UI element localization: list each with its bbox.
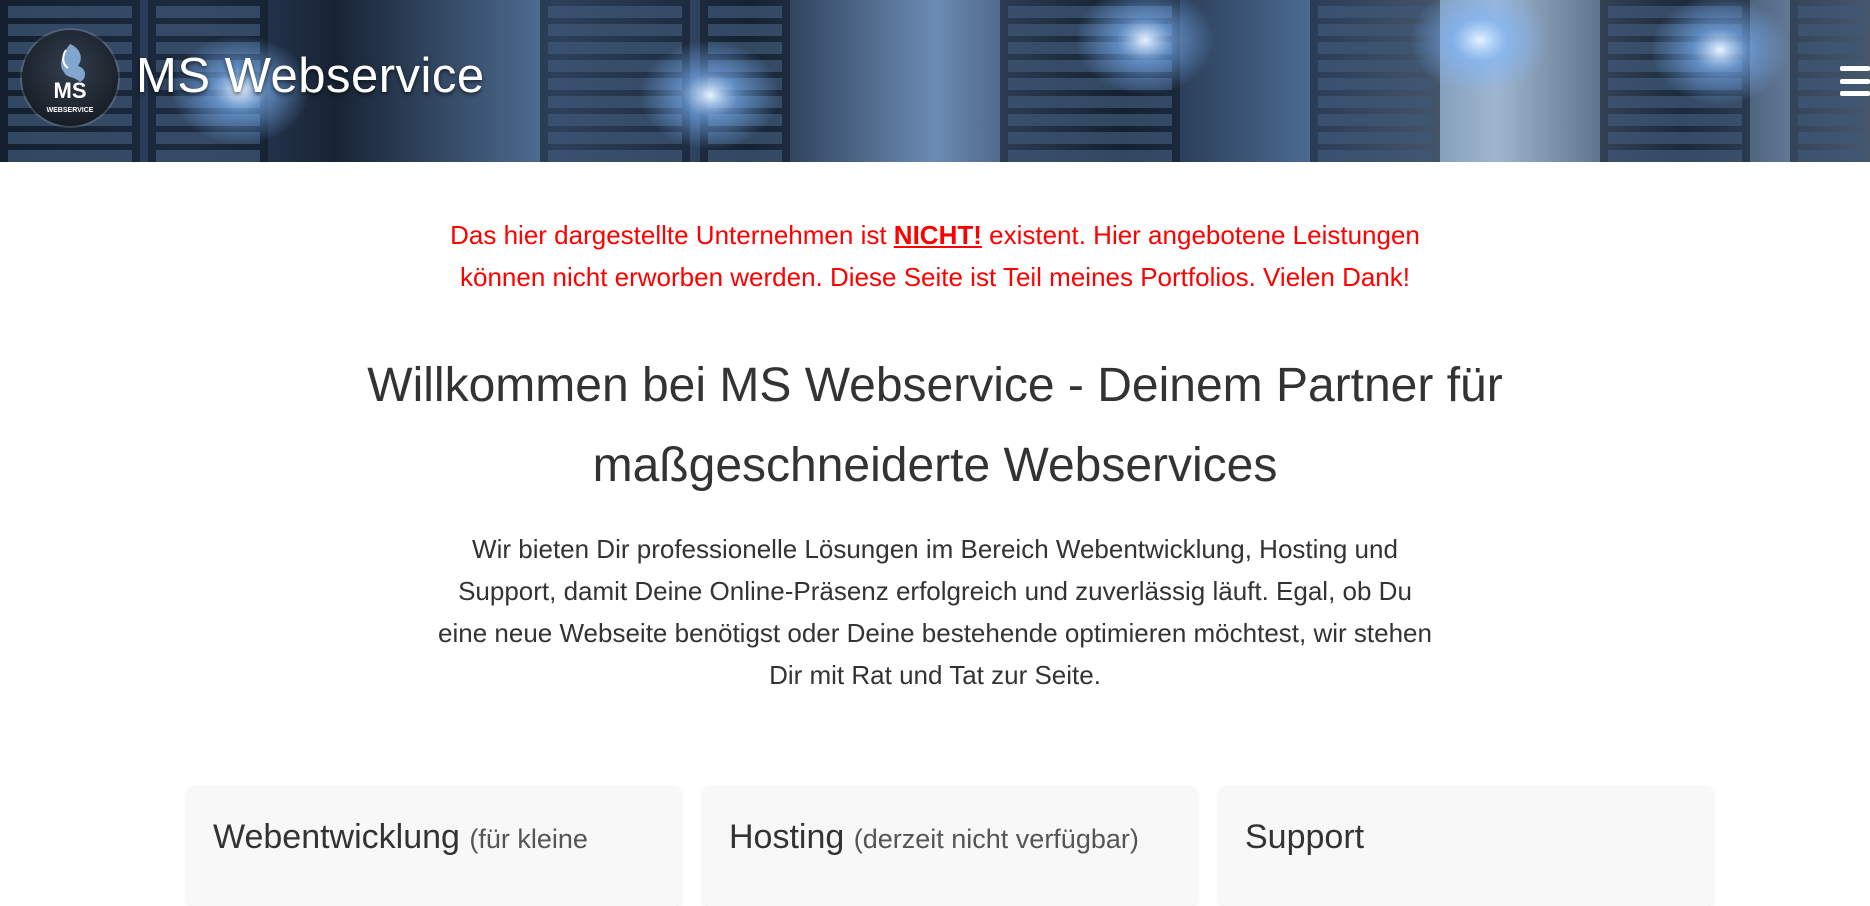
site-header: MS WEBSERVICE MS Webservice <box>0 0 1870 162</box>
svg-text:MS: MS <box>54 78 87 103</box>
service-card-title: Webentwicklung (für kleine <box>213 818 655 857</box>
dragon-logo-icon: MS WEBSERVICE <box>47 44 94 114</box>
service-cards: Webentwicklung (für kleine Hosting (derz… <box>187 786 1713 906</box>
service-card-hosting[interactable]: Hosting (derzeit nicht verfügbar) <box>703 786 1197 906</box>
service-card-webentwicklung[interactable]: Webentwicklung (für kleine <box>187 786 681 906</box>
card-title: Hosting <box>729 818 845 856</box>
card-subtitle: (für kleine <box>469 824 588 854</box>
disclaimer-emphasis: NICHT! <box>893 220 982 250</box>
card-title: Webentwicklung <box>213 818 460 856</box>
disclaimer-text-start: Das hier dargestellte Unternehmen ist <box>450 220 894 250</box>
hamburger-menu-icon[interactable] <box>1840 66 1870 96</box>
service-card-title: Hosting (derzeit nicht verfügbar) <box>729 818 1171 857</box>
welcome-intro: Wir bieten Dir professionelle Lösungen i… <box>438 534 1432 690</box>
company-logo[interactable]: MS WEBSERVICE <box>22 30 118 126</box>
brand-title[interactable]: MS Webservice <box>136 48 485 104</box>
hamburger-bar <box>1840 78 1870 84</box>
hamburger-bar <box>1840 66 1870 71</box>
card-subtitle: (derzeit nicht verfügbar) <box>853 824 1139 854</box>
service-card-support[interactable]: Support <box>1219 786 1713 906</box>
svg-text:WEBSERVICE: WEBSERVICE <box>47 107 94 114</box>
welcome-heading: Willkommen bei MS Webservice - Deinem Pa… <box>367 359 1503 492</box>
card-title: Support <box>1245 818 1365 856</box>
main-content: Das hier dargestellte Unternehmen ist NI… <box>0 214 1870 906</box>
hamburger-bar <box>1840 91 1870 96</box>
service-card-title: Support <box>1245 818 1687 857</box>
portfolio-disclaimer: Das hier dargestellte Unternehmen ist NI… <box>435 214 1435 298</box>
